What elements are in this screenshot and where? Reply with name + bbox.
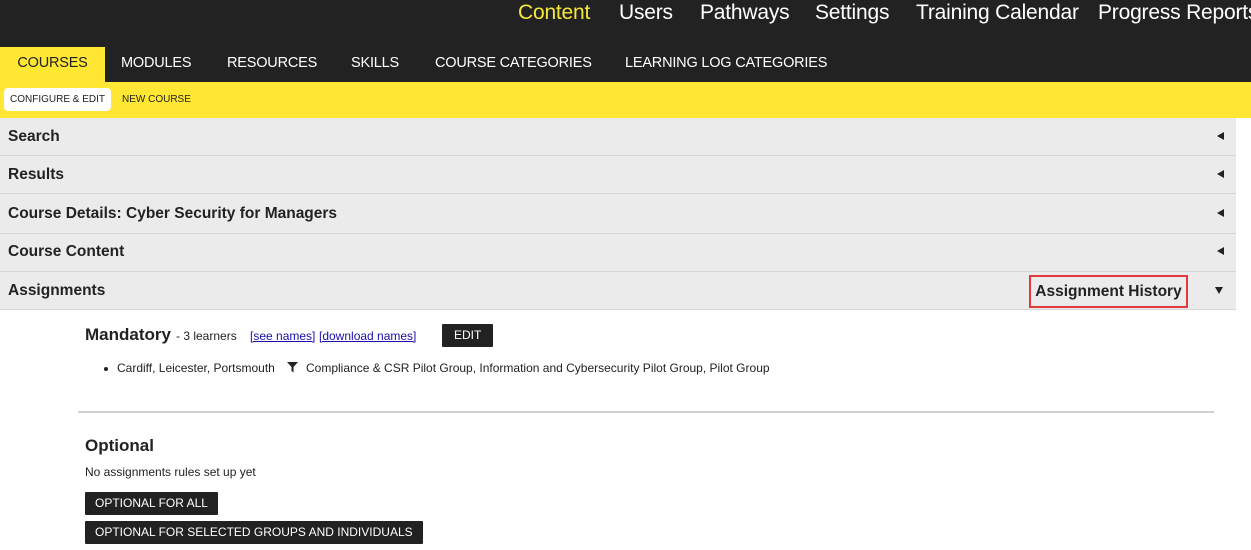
chevron-left-icon: [1217, 247, 1224, 255]
top-navigation: Content Users Pathways Settings Training…: [0, 0, 1251, 47]
section-search[interactable]: Search: [0, 118, 1236, 156]
subtab-new-course[interactable]: NEW COURSE: [122, 88, 191, 111]
section-tabs: COURSES MODULES RESOURCES SKILLS COURSE …: [0, 47, 1251, 82]
nav-users[interactable]: Users: [619, 1, 673, 25]
subtab-configure-edit[interactable]: CONFIGURE & EDIT: [4, 88, 112, 111]
tab-modules[interactable]: MODULES: [121, 47, 192, 82]
chevron-left-icon: [1217, 209, 1224, 217]
section-assignments[interactable]: Assignments Assignment History: [0, 272, 1236, 310]
optional-for-selected-button[interactable]: OPTIONAL FOR SELECTED GROUPS AND INDIVID…: [85, 521, 423, 544]
optional-for-all-button[interactable]: OPTIONAL FOR ALL: [85, 492, 218, 515]
tab-skills[interactable]: SKILLS: [351, 47, 399, 82]
section-course-details[interactable]: Course Details: Cyber Security for Manag…: [0, 194, 1236, 234]
nav-training-calendar[interactable]: Training Calendar: [916, 1, 1079, 25]
tab-resources[interactable]: RESOURCES: [227, 47, 317, 82]
tab-course-categories[interactable]: COURSE CATEGORIES: [435, 47, 592, 82]
learner-count: - 3 learners: [176, 329, 237, 343]
download-names-link[interactable]: [download names]: [319, 329, 416, 343]
rule-locations: Cardiff, Leicester, Portsmouth: [117, 361, 275, 375]
tab-learning-log-categories[interactable]: LEARNING LOG CATEGORIES: [625, 47, 827, 82]
filter-icon: [287, 362, 298, 373]
chevron-left-icon: [1217, 132, 1224, 140]
nav-progress-reports[interactable]: Progress Reports: [1098, 1, 1251, 25]
section-label: Course Details: Cyber Security for Manag…: [8, 205, 338, 222]
mandatory-heading: Mandatory: [85, 325, 171, 344]
sub-navigation: CONFIGURE & EDIT NEW COURSE: [0, 82, 1251, 118]
section-label: Course Content: [8, 243, 125, 260]
section-label: Results: [8, 166, 64, 183]
section-course-content[interactable]: Course Content: [0, 234, 1236, 272]
chevron-down-icon: [1215, 287, 1223, 294]
divider: [78, 411, 1214, 413]
section-label: Assignments: [8, 282, 106, 299]
section-results[interactable]: Results: [0, 156, 1236, 194]
nav-pathways[interactable]: Pathways: [700, 1, 790, 25]
assignment-history-button[interactable]: Assignment History: [1029, 275, 1188, 308]
bullet-icon: [104, 367, 108, 371]
see-names-link[interactable]: [see names]: [250, 329, 315, 343]
chevron-left-icon: [1217, 170, 1224, 178]
nav-content[interactable]: Content: [518, 1, 590, 25]
optional-empty-text: No assignments rules set up yet: [85, 465, 256, 479]
edit-button[interactable]: EDIT: [442, 324, 494, 347]
tab-courses[interactable]: COURSES: [0, 47, 105, 82]
nav-settings[interactable]: Settings: [815, 1, 889, 25]
optional-heading: Optional: [85, 436, 154, 455]
section-label: Search: [8, 128, 60, 145]
rule-groups: Compliance & CSR Pilot Group, Informatio…: [306, 361, 770, 375]
